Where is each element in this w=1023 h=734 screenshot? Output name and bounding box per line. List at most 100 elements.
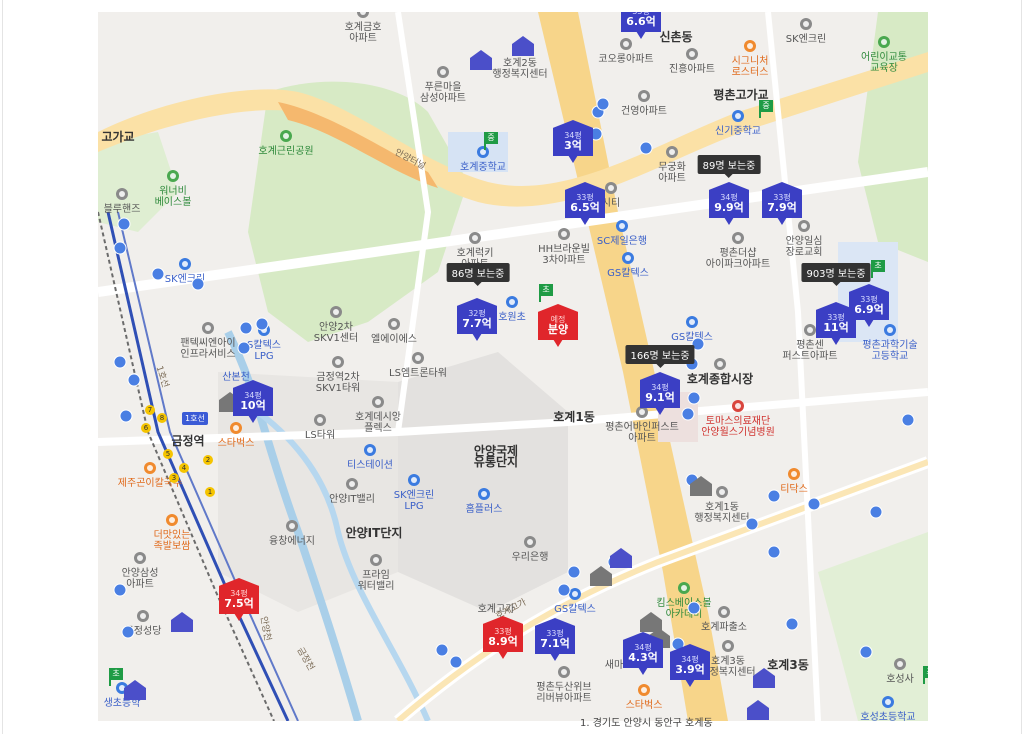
bus-stop-icon[interactable]: [745, 517, 759, 531]
bus-stop-icon[interactable]: [151, 267, 165, 281]
police-icon[interactable]: [718, 606, 730, 618]
price-pin[interactable]: 33평6.6억: [621, 12, 661, 40]
park-icon[interactable]: [878, 36, 890, 48]
place-label[interactable]: 티스테이션: [347, 460, 393, 471]
place-label[interactable]: 티닥스: [780, 484, 808, 495]
place-label[interactable]: 푸른마을 삼성아파트: [420, 82, 466, 104]
house-icon[interactable]: [512, 36, 534, 56]
price-pin[interactable]: 33평 7.1억: [535, 618, 575, 662]
place-label[interactable]: 엘에이에스: [371, 334, 417, 345]
price-pin[interactable]: 32평 7.7억: [457, 298, 497, 342]
school-icon[interactable]: [506, 296, 518, 308]
bank-icon[interactable]: [524, 536, 536, 548]
hospital-icon[interactable]: [732, 400, 744, 412]
car-repair-icon[interactable]: [116, 188, 128, 200]
place-label[interactable]: 건영아파트: [621, 106, 667, 117]
place-label[interactable]: 안양국제 유통단지: [474, 445, 518, 468]
building-icon[interactable]: [370, 554, 382, 566]
bus-stop-icon[interactable]: [869, 505, 883, 519]
bus-stop-icon[interactable]: [239, 321, 253, 335]
place-label[interactable]: 호계2동 행정복지센터: [492, 58, 547, 80]
park-icon[interactable]: [280, 130, 292, 142]
bus-stop-icon[interactable]: [435, 643, 449, 657]
restaurant-icon[interactable]: [166, 514, 178, 526]
building-icon[interactable]: [412, 352, 424, 364]
house-icon[interactable]: [470, 50, 492, 70]
bus-stop-icon[interactable]: [255, 317, 269, 331]
place-label[interactable]: 호계중학교: [460, 162, 506, 173]
place-label[interactable]: 홈플러스: [466, 504, 503, 515]
building-icon[interactable]: [605, 182, 617, 194]
place-label[interactable]: 신기중학교: [715, 126, 761, 137]
exit-number-badge[interactable]: 1: [205, 487, 215, 497]
restaurant-icon[interactable]: [144, 462, 156, 474]
building-icon[interactable]: [286, 520, 298, 532]
market-icon[interactable]: [714, 358, 726, 370]
bus-stop-icon[interactable]: [113, 583, 127, 597]
place-label[interactable]: 안양삼성 아파트: [122, 568, 159, 590]
viewer-count-chip[interactable]: 89명 보는중: [697, 155, 761, 178]
exit-number-badge[interactable]: 3: [169, 473, 179, 483]
gas-station-icon[interactable]: [569, 588, 581, 600]
place-label[interactable]: 호계종합시장: [687, 373, 753, 385]
price-pin[interactable]: 33평 6.5억: [565, 182, 605, 226]
place-label[interactable]: 신촌동: [659, 31, 692, 43]
price-pin[interactable]: 34평 9.9억: [709, 182, 749, 226]
place-label[interactable]: 토마스의료재단 안양윌스기념병원: [701, 416, 775, 438]
building-icon[interactable]: [314, 414, 326, 426]
exit-number-badge[interactable]: 4: [179, 463, 189, 473]
bus-stop-icon[interactable]: [901, 413, 915, 427]
office-icon[interactable]: [716, 486, 728, 498]
place-label[interactable]: 호원초: [498, 312, 526, 323]
bus-stop-icon[interactable]: [127, 373, 141, 387]
apartment-icon[interactable]: [732, 232, 744, 244]
apartment-icon[interactable]: [804, 324, 816, 336]
place-label[interactable]: 팬텍씨엔아이 인프라서비스: [180, 338, 235, 360]
bank-icon[interactable]: [616, 220, 628, 232]
bus-stop-icon[interactable]: [237, 341, 251, 355]
school-icon[interactable]: [882, 696, 894, 708]
subway-station-badge[interactable]: 1호선: [182, 412, 208, 425]
gas-station-icon[interactable]: [686, 316, 698, 328]
place-label[interactable]: S칼텍스 LPG: [247, 340, 281, 362]
place-label[interactable]: 시그니처 로스터스: [732, 56, 769, 78]
house-icon[interactable]: [124, 680, 146, 700]
school-flag-icon[interactable]: 초: [109, 668, 123, 686]
exit-number-badge[interactable]: 8: [157, 413, 167, 423]
price-pin[interactable]: 34평 4.3억: [623, 632, 663, 676]
house-icon[interactable]: [171, 612, 193, 632]
apartment-icon[interactable]: [134, 552, 146, 564]
school-flag-icon[interactable]: 초: [871, 260, 885, 278]
place-label[interactable]: SK엔크린: [786, 34, 827, 45]
place-label[interactable]: 스타벅스: [626, 700, 663, 711]
price-pin[interactable]: 예정 분양: [538, 304, 578, 348]
cafe-icon[interactable]: [788, 468, 800, 480]
apartment-icon[interactable]: [558, 228, 570, 240]
bus-stop-icon[interactable]: [567, 565, 581, 579]
price-pin[interactable]: 34평 9.1억: [640, 372, 680, 416]
place-label[interactable]: 호계데시앙 플렉스: [355, 412, 401, 434]
bus-stop-icon[interactable]: [687, 391, 701, 405]
place-label[interactable]: 안양일심 장로교회: [786, 236, 823, 258]
place-label[interactable]: 평촌두산위브 리버뷰아파트: [536, 682, 591, 704]
map-canvas[interactable]: 호계금호 아파트 신촌동 SK엔크린 어린이교통 교육장 호계2동 행정복지센터 시그니처 로스터…: [98, 12, 928, 721]
mart-icon[interactable]: [478, 488, 490, 500]
house-icon[interactable]: [753, 668, 775, 688]
bus-stop-icon[interactable]: [681, 407, 695, 421]
gas-station-icon[interactable]: [800, 18, 812, 30]
viewer-count-chip[interactable]: 86명 보는중: [446, 263, 510, 286]
bus-stop-icon[interactable]: [113, 241, 127, 255]
exit-number-badge[interactable]: 7: [145, 405, 155, 415]
bus-stop-icon[interactable]: [767, 545, 781, 559]
bus-stop-icon[interactable]: [639, 141, 653, 155]
place-label[interactable]: 평촌어바인퍼스트 아파트: [605, 422, 679, 444]
bus-stop-icon[interactable]: [596, 97, 610, 111]
school-flag-icon[interactable]: 중: [484, 132, 498, 150]
place-label[interactable]: LS엠트론타워: [389, 368, 447, 379]
bus-stop-icon[interactable]: [687, 601, 701, 615]
cafe-icon[interactable]: [744, 40, 756, 52]
price-pin[interactable]: 34평 10억: [233, 380, 273, 424]
place-label[interactable]: 호성초등학교: [860, 712, 915, 721]
sports-icon[interactable]: [678, 582, 690, 594]
exit-number-badge[interactable]: 2: [203, 455, 213, 465]
